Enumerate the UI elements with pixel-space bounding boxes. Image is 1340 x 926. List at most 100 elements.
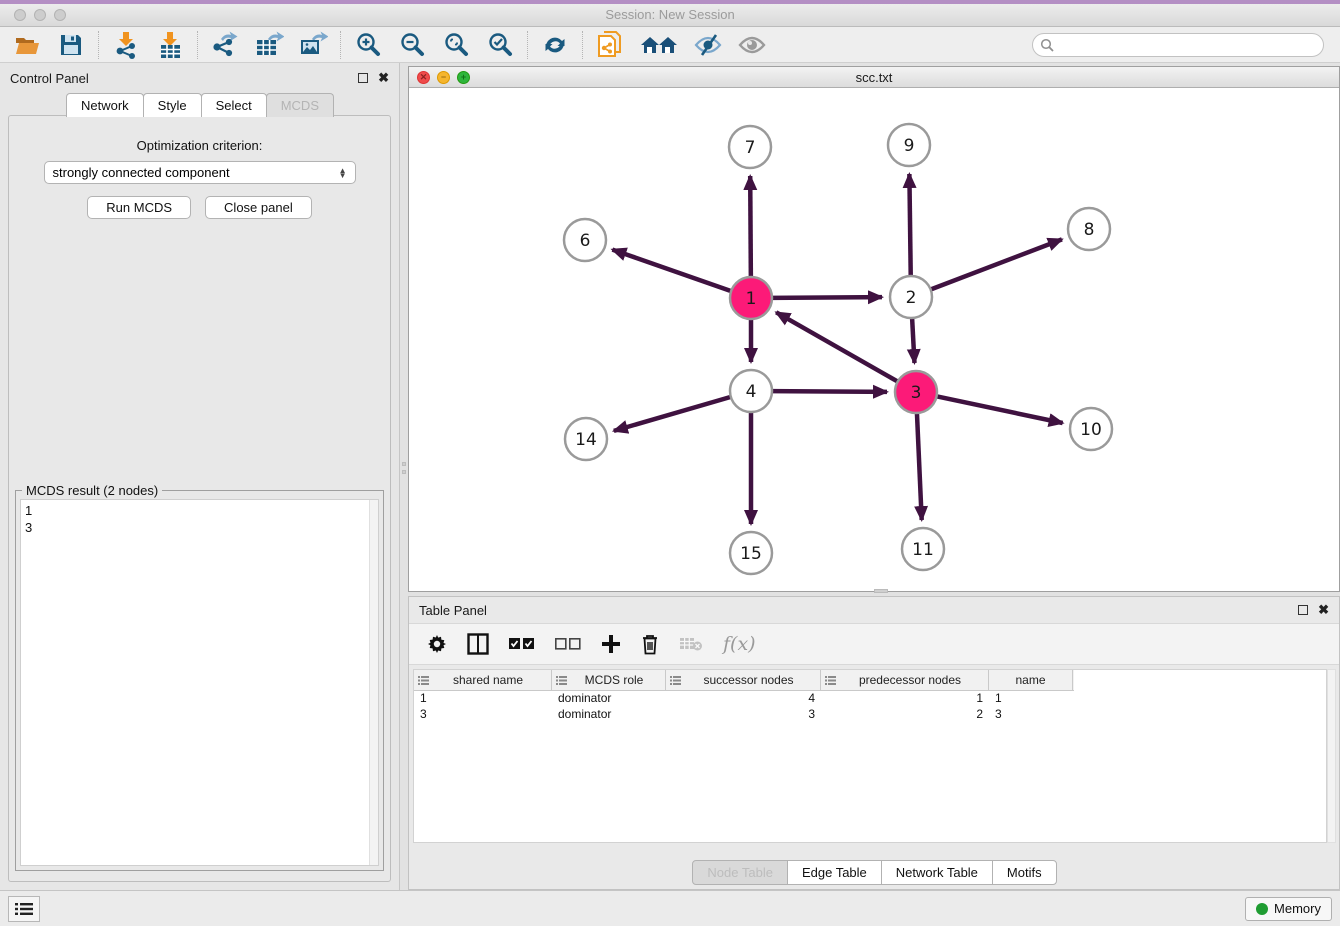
open-session-icon[interactable] — [12, 31, 42, 59]
tab-network-table[interactable]: Network Table — [881, 860, 993, 885]
duplicate-network-icon[interactable] — [595, 31, 625, 59]
delete-table-icon[interactable] — [679, 636, 703, 652]
result-scrollbar[interactable] — [369, 500, 378, 865]
home-icon[interactable] — [639, 31, 679, 59]
graph-edge-1-2[interactable] — [772, 297, 882, 298]
control-panel-tabs: NetworkStyleSelectMCDS — [0, 93, 399, 117]
export-table-icon[interactable] — [254, 31, 284, 59]
tab-style[interactable]: Style — [143, 93, 202, 117]
select-all-icon[interactable] — [509, 638, 535, 651]
graph-edge-1-7[interactable] — [750, 176, 751, 277]
export-image-icon[interactable] — [298, 31, 328, 59]
memory-button[interactable]: Memory — [1245, 897, 1332, 921]
graph-edge-2-8[interactable] — [931, 239, 1062, 289]
graph-node-label: 9 — [904, 136, 915, 156]
result-line: 3 — [25, 519, 374, 536]
zoom-in-icon[interactable] — [353, 31, 383, 59]
table-settings-gear-icon[interactable] — [427, 634, 447, 654]
column-type-icon — [418, 675, 429, 686]
tab-motifs[interactable]: Motifs — [992, 860, 1057, 885]
minimize-window-icon[interactable] — [34, 9, 46, 21]
network-frame-titlebar[interactable]: scc.txt ✕ − + — [409, 67, 1339, 88]
column-type-icon — [670, 675, 681, 686]
list-icon — [15, 902, 33, 916]
column-header-MCDS-role[interactable]: MCDS role — [552, 670, 666, 690]
memory-label: Memory — [1274, 901, 1321, 916]
import-table-icon[interactable] — [155, 31, 185, 59]
zoom-out-icon[interactable] — [397, 31, 427, 59]
network-canvas[interactable]: 1234678910111415 — [409, 88, 1339, 591]
run-mcds-button[interactable]: Run MCDS — [87, 196, 191, 219]
table-row[interactable]: 3dominator323 — [414, 707, 1326, 723]
search-input[interactable] — [1032, 33, 1324, 57]
graph-node-label: 6 — [580, 231, 591, 251]
graph-edge-3-10[interactable] — [937, 396, 1063, 423]
delete-column-icon[interactable] — [641, 633, 659, 655]
select-stepper-icon: ▲▼ — [339, 168, 347, 178]
float-panel-icon[interactable] — [358, 73, 368, 83]
column-header-name[interactable]: name — [989, 670, 1073, 690]
window-traffic-lights[interactable] — [14, 9, 66, 21]
tab-select[interactable]: Select — [201, 93, 267, 117]
column-header-successor-nodes[interactable]: successor nodes — [666, 670, 821, 690]
control-panel-title: Control Panel — [10, 71, 89, 86]
optimization-criterion-value: strongly connected component — [53, 165, 230, 180]
tab-network[interactable]: Network — [66, 93, 144, 117]
graph-node-label: 14 — [575, 430, 597, 450]
cell-MCDS-role: dominator — [552, 707, 666, 723]
table-scrollbar[interactable] — [1327, 669, 1336, 843]
toggle-column-panel-icon[interactable] — [467, 633, 489, 655]
network-title: scc.txt — [409, 70, 1339, 85]
close-panel-button[interactable]: Close panel — [205, 196, 312, 219]
tab-mcds[interactable]: MCDS — [266, 93, 334, 117]
cell-successor-nodes: 3 — [666, 707, 821, 723]
cell-name: 1 — [989, 691, 1073, 707]
column-header-label: name — [993, 673, 1068, 687]
search-field-wrap — [1032, 33, 1324, 57]
network-graph[interactable]: 1234678910111415 — [409, 88, 1339, 591]
maximize-window-icon[interactable] — [54, 9, 66, 21]
zoom-selected-icon[interactable] — [485, 31, 515, 59]
float-table-panel-icon[interactable] — [1298, 605, 1308, 615]
show-icon[interactable] — [737, 31, 767, 59]
graph-edge-4-14[interactable] — [614, 397, 731, 431]
frame-resize-handle[interactable] — [874, 589, 888, 593]
panel-splitter-handle[interactable] — [401, 462, 406, 488]
graph-node-label: 11 — [912, 540, 934, 560]
cell-shared-name: 1 — [414, 691, 552, 707]
cell-name: 3 — [989, 707, 1073, 723]
zoom-fit-icon[interactable] — [441, 31, 471, 59]
import-network-icon[interactable] — [111, 31, 141, 59]
mcds-result-textarea[interactable]: 13 — [20, 499, 379, 866]
optimization-criterion-select[interactable]: strongly connected component ▲▼ — [44, 161, 356, 184]
graph-edge-3-11[interactable] — [917, 413, 922, 520]
tab-edge-table[interactable]: Edge Table — [787, 860, 882, 885]
export-network-icon[interactable] — [210, 31, 240, 59]
close-window-icon[interactable] — [14, 9, 26, 21]
hide-icon[interactable] — [693, 31, 723, 59]
close-table-panel-icon[interactable]: ✖ — [1318, 605, 1329, 615]
graph-edge-2-3[interactable] — [912, 318, 914, 363]
column-header-label: MCDS role — [567, 673, 661, 687]
graph-edge-3-1[interactable] — [776, 312, 898, 381]
column-header-predecessor-nodes[interactable]: predecessor nodes — [821, 670, 989, 690]
add-column-icon[interactable] — [601, 634, 621, 654]
main-toolbar — [0, 27, 1340, 63]
close-panel-icon[interactable]: ✖ — [378, 73, 389, 83]
column-header-label: predecessor nodes — [836, 673, 984, 687]
task-history-button[interactable] — [8, 896, 40, 922]
graph-edge-1-6[interactable] — [612, 250, 731, 292]
graph-edge-4-3[interactable] — [772, 391, 887, 392]
save-session-icon[interactable] — [56, 31, 86, 59]
tab-node-table[interactable]: Node Table — [692, 860, 788, 885]
table-row[interactable]: 1dominator411 — [414, 691, 1326, 707]
network-view-frame: scc.txt ✕ − + 1234678910111415 — [408, 66, 1340, 592]
graph-node-label: 15 — [740, 544, 762, 564]
column-header-shared-name[interactable]: shared name — [414, 670, 552, 690]
deselect-all-icon[interactable] — [555, 638, 581, 651]
refresh-icon[interactable] — [540, 31, 570, 59]
function-builder-button[interactable]: f(x) — [723, 633, 756, 655]
mcds-result-title: MCDS result (2 nodes) — [22, 483, 162, 498]
graph-edge-2-9[interactable] — [909, 174, 910, 276]
control-panel: Control Panel ✖ NetworkStyleSelectMCDS O… — [0, 63, 400, 890]
